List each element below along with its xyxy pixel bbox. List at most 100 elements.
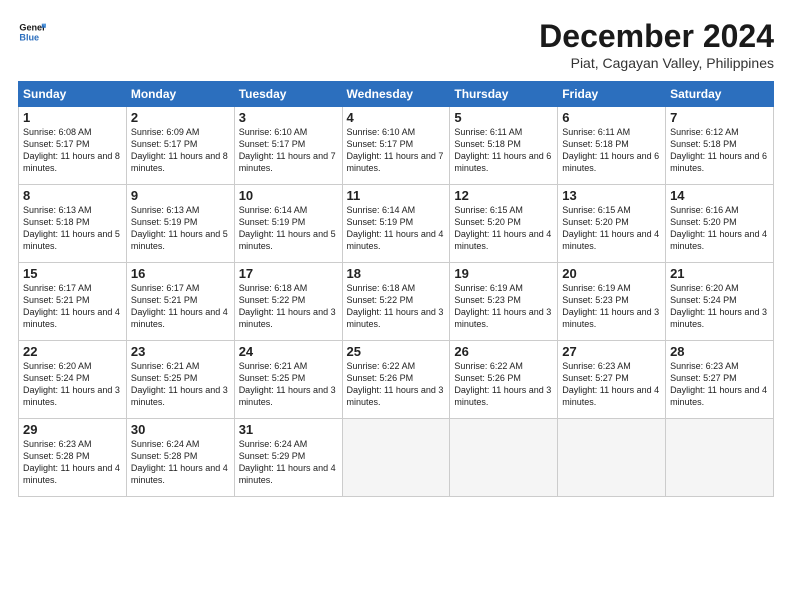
calendar-cell: 3 Sunrise: 6:10 AMSunset: 5:17 PMDayligh…	[234, 107, 342, 185]
day-info: Sunrise: 6:21 AMSunset: 5:25 PMDaylight:…	[131, 360, 230, 409]
day-number: 26	[454, 344, 553, 359]
day-info: Sunrise: 6:18 AMSunset: 5:22 PMDaylight:…	[347, 282, 446, 331]
day-info: Sunrise: 6:08 AMSunset: 5:17 PMDaylight:…	[23, 126, 122, 175]
th-saturday: Saturday	[666, 82, 774, 107]
day-info: Sunrise: 6:10 AMSunset: 5:17 PMDaylight:…	[347, 126, 446, 175]
calendar-cell	[450, 419, 558, 497]
day-info: Sunrise: 6:12 AMSunset: 5:18 PMDaylight:…	[670, 126, 769, 175]
calendar-cell: 22 Sunrise: 6:20 AMSunset: 5:24 PMDaylig…	[19, 341, 127, 419]
calendar-cell: 18 Sunrise: 6:18 AMSunset: 5:22 PMDaylig…	[342, 263, 450, 341]
calendar-cell: 26 Sunrise: 6:22 AMSunset: 5:26 PMDaylig…	[450, 341, 558, 419]
day-number: 3	[239, 110, 338, 125]
day-number: 14	[670, 188, 769, 203]
day-info: Sunrise: 6:23 AMSunset: 5:28 PMDaylight:…	[23, 438, 122, 487]
th-wednesday: Wednesday	[342, 82, 450, 107]
day-number: 12	[454, 188, 553, 203]
day-info: Sunrise: 6:24 AMSunset: 5:29 PMDaylight:…	[239, 438, 338, 487]
main-container: General Blue December 2024 Piat, Cagayan…	[0, 0, 792, 507]
day-number: 27	[562, 344, 661, 359]
calendar-cell	[666, 419, 774, 497]
calendar-cell: 30 Sunrise: 6:24 AMSunset: 5:28 PMDaylig…	[126, 419, 234, 497]
day-number: 4	[347, 110, 446, 125]
calendar-week-1: 8 Sunrise: 6:13 AMSunset: 5:18 PMDayligh…	[19, 185, 774, 263]
location: Piat, Cagayan Valley, Philippines	[539, 55, 774, 71]
day-info: Sunrise: 6:15 AMSunset: 5:20 PMDaylight:…	[454, 204, 553, 253]
day-number: 24	[239, 344, 338, 359]
calendar-cell: 21 Sunrise: 6:20 AMSunset: 5:24 PMDaylig…	[666, 263, 774, 341]
day-number: 29	[23, 422, 122, 437]
day-number: 13	[562, 188, 661, 203]
day-number: 18	[347, 266, 446, 281]
calendar-cell: 2 Sunrise: 6:09 AMSunset: 5:17 PMDayligh…	[126, 107, 234, 185]
day-info: Sunrise: 6:18 AMSunset: 5:22 PMDaylight:…	[239, 282, 338, 331]
day-number: 11	[347, 188, 446, 203]
calendar-cell: 17 Sunrise: 6:18 AMSunset: 5:22 PMDaylig…	[234, 263, 342, 341]
day-number: 15	[23, 266, 122, 281]
calendar-cell: 12 Sunrise: 6:15 AMSunset: 5:20 PMDaylig…	[450, 185, 558, 263]
day-info: Sunrise: 6:14 AMSunset: 5:19 PMDaylight:…	[239, 204, 338, 253]
day-info: Sunrise: 6:21 AMSunset: 5:25 PMDaylight:…	[239, 360, 338, 409]
calendar-cell: 16 Sunrise: 6:17 AMSunset: 5:21 PMDaylig…	[126, 263, 234, 341]
calendar-cell	[558, 419, 666, 497]
day-number: 9	[131, 188, 230, 203]
day-number: 6	[562, 110, 661, 125]
day-info: Sunrise: 6:13 AMSunset: 5:19 PMDaylight:…	[131, 204, 230, 253]
calendar-week-2: 15 Sunrise: 6:17 AMSunset: 5:21 PMDaylig…	[19, 263, 774, 341]
day-number: 21	[670, 266, 769, 281]
calendar-week-0: 1 Sunrise: 6:08 AMSunset: 5:17 PMDayligh…	[19, 107, 774, 185]
th-sunday: Sunday	[19, 82, 127, 107]
calendar-cell: 31 Sunrise: 6:24 AMSunset: 5:29 PMDaylig…	[234, 419, 342, 497]
calendar-cell: 6 Sunrise: 6:11 AMSunset: 5:18 PMDayligh…	[558, 107, 666, 185]
calendar-cell: 25 Sunrise: 6:22 AMSunset: 5:26 PMDaylig…	[342, 341, 450, 419]
day-number: 8	[23, 188, 122, 203]
day-number: 16	[131, 266, 230, 281]
calendar-table: Sunday Monday Tuesday Wednesday Thursday…	[18, 81, 774, 497]
day-info: Sunrise: 6:20 AMSunset: 5:24 PMDaylight:…	[23, 360, 122, 409]
calendar-cell: 27 Sunrise: 6:23 AMSunset: 5:27 PMDaylig…	[558, 341, 666, 419]
day-number: 20	[562, 266, 661, 281]
calendar-cell: 13 Sunrise: 6:15 AMSunset: 5:20 PMDaylig…	[558, 185, 666, 263]
logo-icon: General Blue	[18, 18, 46, 46]
calendar-week-4: 29 Sunrise: 6:23 AMSunset: 5:28 PMDaylig…	[19, 419, 774, 497]
title-block: December 2024 Piat, Cagayan Valley, Phil…	[539, 18, 774, 71]
th-monday: Monday	[126, 82, 234, 107]
day-info: Sunrise: 6:10 AMSunset: 5:17 PMDaylight:…	[239, 126, 338, 175]
logo: General Blue	[18, 18, 46, 46]
day-info: Sunrise: 6:13 AMSunset: 5:18 PMDaylight:…	[23, 204, 122, 253]
day-number: 23	[131, 344, 230, 359]
day-number: 1	[23, 110, 122, 125]
calendar-cell: 7 Sunrise: 6:12 AMSunset: 5:18 PMDayligh…	[666, 107, 774, 185]
header: General Blue December 2024 Piat, Cagayan…	[18, 18, 774, 71]
svg-text:Blue: Blue	[19, 32, 39, 42]
calendar-cell: 5 Sunrise: 6:11 AMSunset: 5:18 PMDayligh…	[450, 107, 558, 185]
calendar-cell: 20 Sunrise: 6:19 AMSunset: 5:23 PMDaylig…	[558, 263, 666, 341]
month-title: December 2024	[539, 18, 774, 55]
day-info: Sunrise: 6:19 AMSunset: 5:23 PMDaylight:…	[562, 282, 661, 331]
calendar-cell: 9 Sunrise: 6:13 AMSunset: 5:19 PMDayligh…	[126, 185, 234, 263]
day-info: Sunrise: 6:16 AMSunset: 5:20 PMDaylight:…	[670, 204, 769, 253]
day-info: Sunrise: 6:17 AMSunset: 5:21 PMDaylight:…	[23, 282, 122, 331]
day-number: 25	[347, 344, 446, 359]
day-info: Sunrise: 6:09 AMSunset: 5:17 PMDaylight:…	[131, 126, 230, 175]
th-tuesday: Tuesday	[234, 82, 342, 107]
day-number: 17	[239, 266, 338, 281]
calendar-cell: 15 Sunrise: 6:17 AMSunset: 5:21 PMDaylig…	[19, 263, 127, 341]
th-thursday: Thursday	[450, 82, 558, 107]
calendar-cell: 10 Sunrise: 6:14 AMSunset: 5:19 PMDaylig…	[234, 185, 342, 263]
day-info: Sunrise: 6:22 AMSunset: 5:26 PMDaylight:…	[454, 360, 553, 409]
day-info: Sunrise: 6:20 AMSunset: 5:24 PMDaylight:…	[670, 282, 769, 331]
calendar-cell: 1 Sunrise: 6:08 AMSunset: 5:17 PMDayligh…	[19, 107, 127, 185]
day-number: 30	[131, 422, 230, 437]
day-info: Sunrise: 6:11 AMSunset: 5:18 PMDaylight:…	[454, 126, 553, 175]
calendar-cell: 11 Sunrise: 6:14 AMSunset: 5:19 PMDaylig…	[342, 185, 450, 263]
calendar-cell	[342, 419, 450, 497]
calendar-cell: 23 Sunrise: 6:21 AMSunset: 5:25 PMDaylig…	[126, 341, 234, 419]
day-info: Sunrise: 6:19 AMSunset: 5:23 PMDaylight:…	[454, 282, 553, 331]
calendar-cell: 19 Sunrise: 6:19 AMSunset: 5:23 PMDaylig…	[450, 263, 558, 341]
calendar-cell: 8 Sunrise: 6:13 AMSunset: 5:18 PMDayligh…	[19, 185, 127, 263]
calendar-cell: 24 Sunrise: 6:21 AMSunset: 5:25 PMDaylig…	[234, 341, 342, 419]
day-info: Sunrise: 6:17 AMSunset: 5:21 PMDaylight:…	[131, 282, 230, 331]
calendar-cell: 4 Sunrise: 6:10 AMSunset: 5:17 PMDayligh…	[342, 107, 450, 185]
day-number: 5	[454, 110, 553, 125]
calendar-cell: 29 Sunrise: 6:23 AMSunset: 5:28 PMDaylig…	[19, 419, 127, 497]
